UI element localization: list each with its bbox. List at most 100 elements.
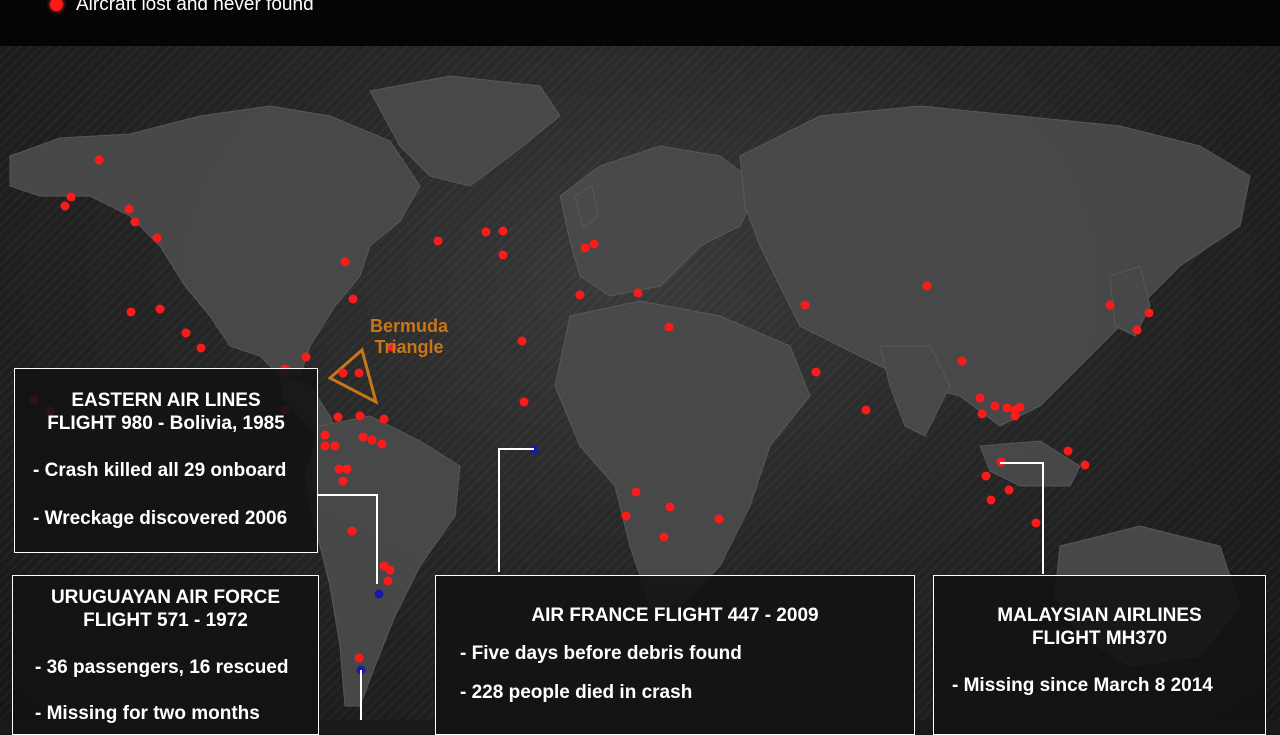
uruguayan-title-line-2: FLIGHT 571 - 1972 <box>83 610 248 631</box>
bermuda-label-line-2: Triangle <box>374 337 444 357</box>
lost-aircraft-marker <box>1132 325 1142 335</box>
lost-aircraft-marker <box>181 328 191 338</box>
lost-aircraft-marker <box>355 411 365 421</box>
lost-aircraft-marker <box>957 356 967 366</box>
bermuda-triangle-label: Bermuda Triangle <box>370 316 448 358</box>
lost-aircraft-marker <box>498 250 508 260</box>
lost-aircraft-marker <box>124 204 134 214</box>
lost-aircraft-marker <box>665 502 675 512</box>
lost-aircraft-marker <box>986 495 996 505</box>
airfrance-connector-horizontal <box>498 448 534 450</box>
bermuda-label-line-1: Bermuda <box>370 316 449 336</box>
lost-aircraft-marker <box>334 464 344 474</box>
eastern-connector-horizontal <box>316 494 377 496</box>
lost-aircraft-marker <box>811 367 821 377</box>
lost-aircraft-marker <box>621 511 631 521</box>
uruguayan-connector <box>360 670 362 720</box>
lost-aircraft-marker <box>354 653 364 663</box>
lost-aircraft-marker <box>633 288 643 298</box>
lost-aircraft-marker <box>990 401 1000 411</box>
lost-aircraft-marker <box>1010 411 1020 421</box>
africa-landmass <box>554 300 811 607</box>
legend-bar: Aircraft lost and never found <box>0 0 1280 46</box>
lost-aircraft-marker <box>338 476 348 486</box>
lost-aircraft-marker <box>60 201 70 211</box>
lost-aircraft-marker <box>433 236 443 246</box>
lost-aircraft-marker <box>664 322 674 332</box>
lost-aircraft-marker <box>320 430 330 440</box>
lost-aircraft-marker <box>575 290 585 300</box>
lost-aircraft-marker <box>922 281 932 291</box>
lost-aircraft-marker <box>126 307 136 317</box>
lost-aircraft-marker <box>1080 460 1090 470</box>
uruguayan-bullet-2: - Missing for two months <box>35 703 260 724</box>
lost-aircraft-marker <box>94 155 104 165</box>
lost-aircraft-marker <box>377 439 387 449</box>
lost-aircraft-marker <box>379 414 389 424</box>
airfrance-bullet-1: - Five days before debris found <box>460 643 742 664</box>
uruguayan-title-line-1: URUGUAYAN AIR FORCE <box>50 587 281 608</box>
lost-aircraft-marker <box>342 464 352 474</box>
lost-aircraft-marker <box>66 192 76 202</box>
lost-aircraft-marker <box>981 471 991 481</box>
eastern-bullet-2: - Wreckage discovered 2006 <box>33 508 288 529</box>
legend-label: Aircraft lost and never found <box>76 0 314 15</box>
lost-aircraft-marker <box>155 304 165 314</box>
malaysian-title-line-1: MALAYSIAN AIRLINES <box>997 605 1202 626</box>
eastern-connector-vertical <box>376 494 378 584</box>
uruguayan-bullet-1: - 36 passengers, 16 rescued <box>35 657 289 678</box>
lost-aircraft-marker <box>301 352 311 362</box>
malaysian-mh370-callout: MALAYSIAN AIRLINES FLIGHT MH370 - Missin… <box>933 575 1266 735</box>
uruguayan-flight-571-callout: URUGUAYAN AIR FORCE FLIGHT 571 - 1972 - … <box>12 575 319 735</box>
airfrance-bullet-2: - 228 people died in crash <box>460 682 693 703</box>
lost-aircraft-marker <box>1031 518 1041 528</box>
lost-aircraft-marker <box>383 576 393 586</box>
lost-aircraft-marker <box>340 257 350 267</box>
lost-aircraft-marker <box>1002 403 1012 413</box>
lost-aircraft-marker <box>631 487 641 497</box>
lost-aircraft-marker <box>589 239 599 249</box>
malaysian-connector-horizontal <box>1000 462 1044 464</box>
eastern-title-line-2: FLIGHT 980 - Bolivia, 1985 <box>47 413 285 434</box>
found-aircraft-marker <box>374 589 384 599</box>
lost-aircraft-marker <box>196 343 206 353</box>
lost-aircraft-marker <box>1105 300 1115 310</box>
lost-aircraft-marker <box>347 526 357 536</box>
lost-aircraft-legend-marker <box>50 0 63 11</box>
airfrance-title: AIR FRANCE FLIGHT 447 - 2009 <box>531 605 819 626</box>
lost-aircraft-marker <box>130 217 140 227</box>
asia-landmass <box>739 105 1251 427</box>
lost-aircraft-marker <box>498 226 508 236</box>
eastern-title-line-1: EASTERN AIR LINES <box>71 390 261 411</box>
eastern-bullet-1: - Crash killed all 29 onboard <box>33 460 287 481</box>
airfrance-connector-vertical <box>498 448 500 572</box>
lost-aircraft-marker <box>1144 308 1154 318</box>
eastern-flight-980-callout: EASTERN AIR LINES FLIGHT 980 - Bolivia, … <box>14 368 318 553</box>
lost-aircraft-marker <box>481 227 491 237</box>
lost-aircraft-marker <box>519 397 529 407</box>
lost-aircraft-marker <box>330 441 340 451</box>
lost-aircraft-marker <box>1063 446 1073 456</box>
lost-aircraft-marker <box>367 435 377 445</box>
airfrance-flight-447-callout: AIR FRANCE FLIGHT 447 - 2009 - Five days… <box>435 575 915 735</box>
lost-aircraft-marker <box>333 412 343 422</box>
lost-aircraft-marker <box>714 514 724 524</box>
found-aircraft-marker <box>529 445 539 455</box>
malaysian-connector-vertical <box>1042 462 1044 574</box>
lost-aircraft-marker <box>152 233 162 243</box>
lost-aircraft-marker <box>800 300 810 310</box>
lost-aircraft-marker <box>385 565 395 575</box>
lost-aircraft-marker <box>1004 485 1014 495</box>
lost-aircraft-marker <box>975 393 985 403</box>
malaysian-bullet-1: - Missing since March 8 2014 <box>952 675 1213 696</box>
lost-aircraft-marker <box>354 368 364 378</box>
lost-aircraft-marker <box>517 336 527 346</box>
lost-aircraft-marker <box>580 243 590 253</box>
north-america-landmass <box>9 105 421 377</box>
lost-aircraft-marker <box>861 405 871 415</box>
lost-aircraft-marker <box>358 432 368 442</box>
lost-aircraft-marker <box>348 294 358 304</box>
lost-aircraft-marker <box>1015 402 1025 412</box>
lost-aircraft-marker <box>977 409 987 419</box>
lost-aircraft-marker <box>320 441 330 451</box>
